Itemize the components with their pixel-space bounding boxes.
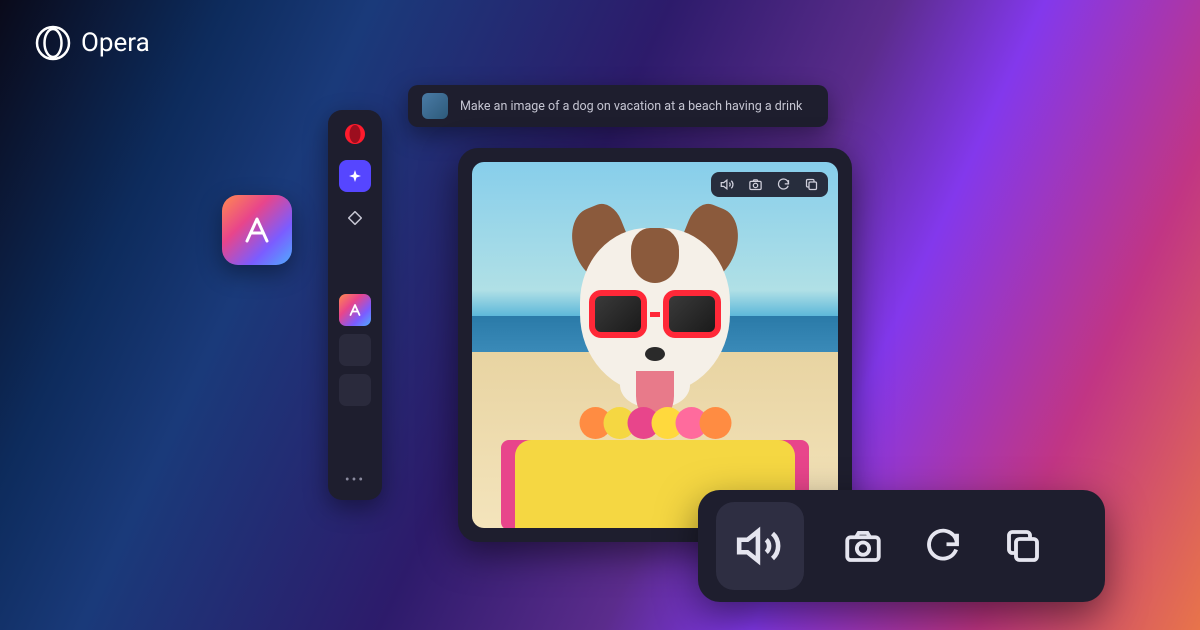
- copy-button[interactable]: [1002, 525, 1044, 567]
- prompt-text: Make an image of a dog on vacation at a …: [460, 99, 802, 114]
- browser-sidebar: •••: [328, 110, 382, 500]
- refresh-icon[interactable]: [776, 177, 791, 192]
- opera-brand-text: Opera: [81, 28, 150, 58]
- camera-icon: [842, 525, 884, 567]
- diamond-icon: [348, 211, 362, 225]
- ellipsis-icon: •••: [345, 472, 365, 488]
- aria-badge[interactable]: [222, 195, 292, 265]
- speaker-icon: [735, 521, 785, 571]
- sidebar-sparkle-button[interactable]: [339, 160, 371, 192]
- opera-icon: [35, 25, 71, 61]
- speaker-button[interactable]: [716, 502, 804, 590]
- user-avatar: [422, 93, 448, 119]
- refresh-icon: [922, 525, 964, 567]
- sidebar-empty-slot-1[interactable]: [339, 334, 371, 366]
- sidebar-opera-icon[interactable]: [343, 122, 367, 146]
- copy-icon: [1002, 525, 1044, 567]
- sidebar-aria-button[interactable]: [339, 294, 371, 326]
- sidebar-more-button[interactable]: •••: [345, 472, 365, 488]
- camera-button[interactable]: [842, 525, 884, 567]
- aria-small-icon: [346, 301, 364, 319]
- camera-icon[interactable]: [748, 177, 763, 192]
- generated-image-card: [458, 148, 852, 542]
- sparkle-icon: [347, 168, 363, 184]
- sidebar-diamond-button[interactable]: [339, 202, 371, 234]
- dog-scene-illustration: [472, 162, 838, 528]
- refresh-button[interactable]: [922, 525, 964, 567]
- prompt-bar[interactable]: Make an image of a dog on vacation at a …: [408, 85, 828, 127]
- image-toolbar-small: [711, 172, 828, 197]
- action-toolbar: [698, 490, 1105, 602]
- opera-logo: Opera: [35, 25, 150, 61]
- aria-icon: [238, 211, 276, 249]
- copy-icon[interactable]: [804, 177, 819, 192]
- generated-image[interactable]: [472, 162, 838, 528]
- speaker-icon[interactable]: [720, 177, 735, 192]
- sidebar-empty-slot-2[interactable]: [339, 374, 371, 406]
